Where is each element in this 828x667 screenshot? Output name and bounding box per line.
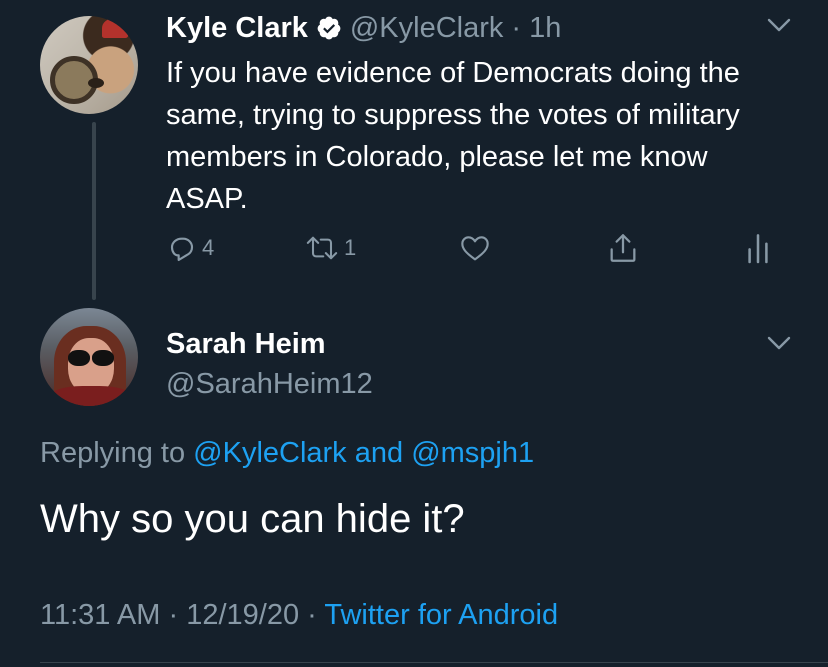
tweet-meta: 11:31 AM · 12/19/20 · Twitter for Androi… — [40, 594, 558, 636]
chevron-down-icon[interactable] — [766, 334, 792, 352]
main-author-handle[interactable]: @SarahHeim12 — [166, 364, 373, 404]
divider — [40, 662, 828, 663]
tweet-source-link[interactable]: Twitter for Android — [324, 599, 558, 631]
avatar-kyle-clark[interactable] — [40, 16, 138, 114]
retweet-count: 1 — [344, 235, 357, 260]
heart-icon — [461, 236, 489, 261]
tweet-time[interactable]: 11:31 AM — [40, 599, 160, 631]
chevron-down-icon[interactable] — [766, 16, 792, 34]
replying-prefix: Replying to — [40, 437, 186, 469]
header-separator: · — [511, 12, 522, 44]
parent-author-name[interactable]: Kyle Clark — [166, 8, 308, 48]
like-button[interactable] — [458, 228, 492, 268]
replying-to-line: Replying to @KyleClark and @mspjh1 — [40, 432, 534, 474]
avatar-shirt-shape — [48, 386, 134, 406]
replying-to-link-mspjh1[interactable]: @mspjh1 — [411, 437, 534, 469]
parent-tweet-header: Kyle Clark @KyleClark · 1h — [166, 8, 561, 48]
avatar-eye-shape — [88, 78, 104, 88]
parent-author-handle[interactable]: @KyleClark — [350, 8, 504, 48]
main-tweet-text: Why so you can hide it? — [40, 497, 465, 541]
parent-time-ago[interactable]: 1h — [529, 8, 561, 48]
verified-badge-icon — [317, 16, 341, 40]
parent-tweet-text: If you have evidence of Democrats doing … — [166, 57, 740, 215]
share-button[interactable] — [606, 228, 640, 268]
avatar-sunglasses-left — [68, 350, 90, 366]
meta-separator-2: · — [307, 599, 317, 631]
analytics-button[interactable] — [744, 228, 772, 268]
retweet-icon — [306, 236, 338, 260]
avatar-hat-shape — [102, 18, 128, 38]
reply-count: 4 — [202, 235, 215, 260]
meta-separator-1: · — [168, 599, 179, 631]
replying-and-link[interactable]: and — [355, 437, 403, 469]
replying-to-link-kyleclark[interactable]: @KyleClark — [193, 437, 347, 469]
retweet-button[interactable]: 1 — [304, 228, 356, 268]
tweet-date[interactable]: 12/19/20 — [186, 599, 299, 631]
reply-button[interactable]: 4 — [166, 228, 214, 268]
avatar-sarah-heim[interactable] — [40, 308, 138, 406]
analytics-icon — [748, 234, 768, 264]
reply-icon — [170, 237, 194, 262]
main-author-name[interactable]: Sarah Heim — [166, 324, 326, 364]
avatar-sunglasses-right — [92, 350, 114, 366]
share-icon — [610, 234, 636, 262]
parent-tweet-action-bar: 4 1 — [166, 228, 786, 268]
thread-connector-line — [92, 122, 96, 300]
